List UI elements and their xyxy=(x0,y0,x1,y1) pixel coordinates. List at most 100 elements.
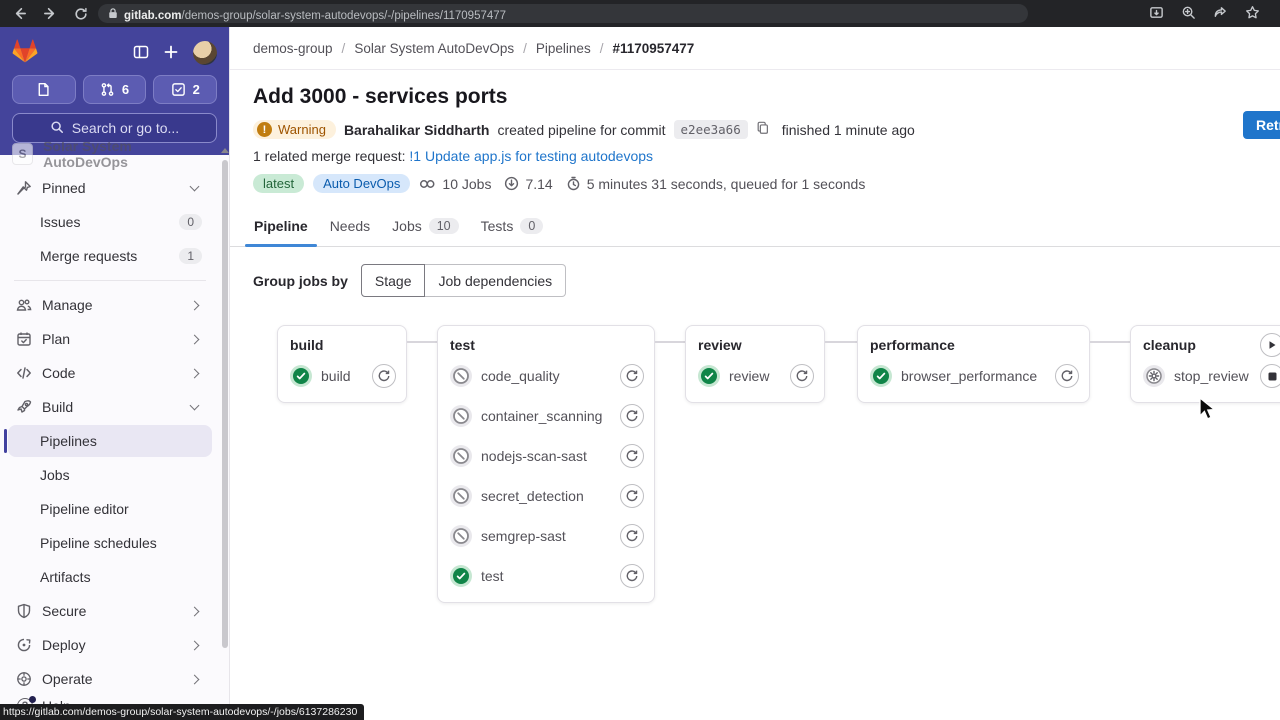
sidebar-scrollbar[interactable] xyxy=(220,144,229,720)
sidebar-item-operate[interactable]: Operate xyxy=(8,663,212,690)
merge-requests-shortcut-button[interactable]: 6 xyxy=(82,75,147,104)
zoom-icon[interactable] xyxy=(1181,5,1196,23)
sidebar-item-jobs[interactable]: Jobs xyxy=(8,459,212,491)
issues-shortcut-button[interactable] xyxy=(12,75,76,104)
retry-job-button[interactable] xyxy=(1055,364,1079,388)
retry-job-button[interactable] xyxy=(372,364,396,388)
play-stage-button[interactable] xyxy=(1260,333,1280,357)
sidebar-item-pinned[interactable]: Pinned xyxy=(8,172,212,204)
retry-job-button[interactable] xyxy=(620,484,644,508)
sidebar-item-artifacts[interactable]: Artifacts xyxy=(8,561,212,593)
pipeline-author[interactable]: Barahalikar Siddharth xyxy=(344,122,490,138)
sidebar-item-deploy[interactable]: Deploy xyxy=(8,629,212,661)
lock-icon xyxy=(108,6,118,22)
chevron-right-icon xyxy=(189,640,200,650)
sidebar-item-build[interactable]: Build xyxy=(8,391,212,423)
search-input[interactable]: Search or go to... xyxy=(12,113,217,143)
stage-title: review xyxy=(698,337,742,353)
sidebar-divider xyxy=(14,280,206,281)
project-avatar: S xyxy=(12,143,34,165)
refresh-icon[interactable] xyxy=(74,7,88,21)
breadcrumb: demos-group / Solar System AutoDevOps / Pipe… xyxy=(230,27,1280,70)
todos-shortcut-button[interactable]: 2 xyxy=(153,75,218,104)
commit-sha[interactable]: e2ee3a66 xyxy=(673,120,748,139)
chevron-right-icon xyxy=(189,300,200,310)
breadcrumb-item-solar-system-autodevops[interactable]: Solar System AutoDevOps xyxy=(354,41,514,56)
autodevops-badge[interactable]: Auto DevOps xyxy=(313,174,411,193)
sidebar-item-solar-system-autodevops[interactable]: S Solar System AutoDevOps xyxy=(8,142,212,170)
stop-job-button[interactable] xyxy=(1260,364,1280,388)
job-build[interactable]: build xyxy=(290,356,396,396)
sidebar-item-pipeline-schedules[interactable]: Pipeline schedules xyxy=(8,527,212,559)
timer-icon xyxy=(566,176,581,191)
job-secret-detection[interactable]: secret_detection xyxy=(450,476,644,516)
sidebar-item-label: Build xyxy=(42,399,74,415)
tab-tests[interactable]: Tests 0 xyxy=(470,208,555,246)
address-bar[interactable]: gitlab.com/demos-group/solar-system-auto… xyxy=(98,4,1028,23)
sidebar-item-code[interactable]: Code xyxy=(8,357,212,389)
forward-icon[interactable] xyxy=(43,6,58,21)
warning-icon: ! xyxy=(257,122,272,137)
user-avatar[interactable] xyxy=(193,41,217,65)
job-container-scanning[interactable]: container_scanning xyxy=(450,396,644,436)
tab-count-badge: 10 xyxy=(428,218,459,234)
retry-pipeline-button[interactable]: Retry xyxy=(1243,111,1280,139)
job-stop-review[interactable]: stop_review xyxy=(1143,356,1280,396)
job-semgrep-sast[interactable]: semgrep-sast xyxy=(450,516,644,556)
sidebar-item-manage[interactable]: Manage xyxy=(8,289,212,321)
related-mr-link[interactable]: !1 Update app.js for testing autodevops xyxy=(409,148,653,164)
breadcrumb-item-demos-group[interactable]: demos-group xyxy=(253,41,333,56)
sidebar-header: 6 2 Search or go to... xyxy=(0,27,229,155)
copy-commit-icon[interactable] xyxy=(756,121,770,138)
job-test[interactable]: test xyxy=(450,556,644,596)
sidebar-item-merge-requests[interactable]: Merge requests 1 xyxy=(8,240,212,272)
breadcrumb-item-1170957477: #1170957477 xyxy=(612,40,695,56)
sidebar-item-issues[interactable]: Issues 0 xyxy=(8,206,212,238)
scrollbar-thumb[interactable] xyxy=(221,160,228,648)
compute-credits-icon xyxy=(504,176,519,191)
sidebar-item-pipelines[interactable]: Pipelines xyxy=(4,425,212,457)
status-skipped-icon xyxy=(450,405,472,427)
share-icon[interactable] xyxy=(1213,5,1228,23)
back-icon[interactable] xyxy=(12,6,27,21)
job-review[interactable]: review xyxy=(698,356,814,396)
bookmark-star-icon[interactable] xyxy=(1245,5,1260,23)
duration-text: 5 minutes 31 seconds, queued for 1 secon… xyxy=(586,175,866,192)
link-status-bar: https://gitlab.com/demos-group/solar-sys… xyxy=(0,704,365,720)
create-new-icon[interactable] xyxy=(163,44,179,63)
issues-doc-icon xyxy=(36,82,51,97)
operate-icon xyxy=(16,671,32,687)
retry-job-button[interactable] xyxy=(620,524,644,548)
status-skipped-icon xyxy=(450,365,472,387)
sidebar-item-label: Jobs xyxy=(40,467,70,483)
status-success-icon xyxy=(450,565,472,587)
sidebar-toggle-icon[interactable] xyxy=(133,44,149,63)
tab-pipeline[interactable]: Pipeline xyxy=(243,208,319,247)
job-nodejs-scan-sast[interactable]: nodejs-scan-sast xyxy=(450,436,644,476)
breadcrumb-separator: / xyxy=(341,40,346,56)
tab-jobs[interactable]: Jobs 10 xyxy=(381,208,469,246)
job-browser-performance[interactable]: browser_performance xyxy=(870,356,1079,396)
downloads-icon[interactable] xyxy=(1149,5,1164,23)
chevron-right-icon xyxy=(189,368,200,378)
sidebar-item-label: Issues xyxy=(40,214,81,230)
job-name: browser_performance xyxy=(901,368,1038,384)
group-by-dependencies-button[interactable]: Job dependencies xyxy=(425,264,567,297)
sidebar-item-secure[interactable]: Secure xyxy=(8,595,212,627)
tab-needs[interactable]: Needs xyxy=(319,208,381,246)
retry-job-button[interactable] xyxy=(620,444,644,468)
scroll-up-icon[interactable] xyxy=(221,148,229,153)
group-by-stage-button[interactable]: Stage xyxy=(360,264,426,297)
job-code-quality[interactable]: code_quality xyxy=(450,356,644,396)
retry-job-button[interactable] xyxy=(620,564,644,588)
sidebar-item-plan[interactable]: Plan xyxy=(8,323,212,355)
pipeline-tabs: Pipeline Needs Jobs 10 Tests 0 xyxy=(230,208,1280,247)
retry-job-button[interactable] xyxy=(790,364,814,388)
retry-job-button[interactable] xyxy=(620,404,644,428)
gitlab-logo-icon[interactable] xyxy=(12,39,38,67)
sidebar-item-label: Pinned xyxy=(42,180,86,196)
sidebar-item-pipeline-editor[interactable]: Pipeline editor xyxy=(8,493,212,525)
breadcrumb-item-pipelines[interactable]: Pipelines xyxy=(536,41,591,56)
retry-job-button[interactable] xyxy=(620,364,644,388)
stage-title: cleanup xyxy=(1143,337,1196,353)
